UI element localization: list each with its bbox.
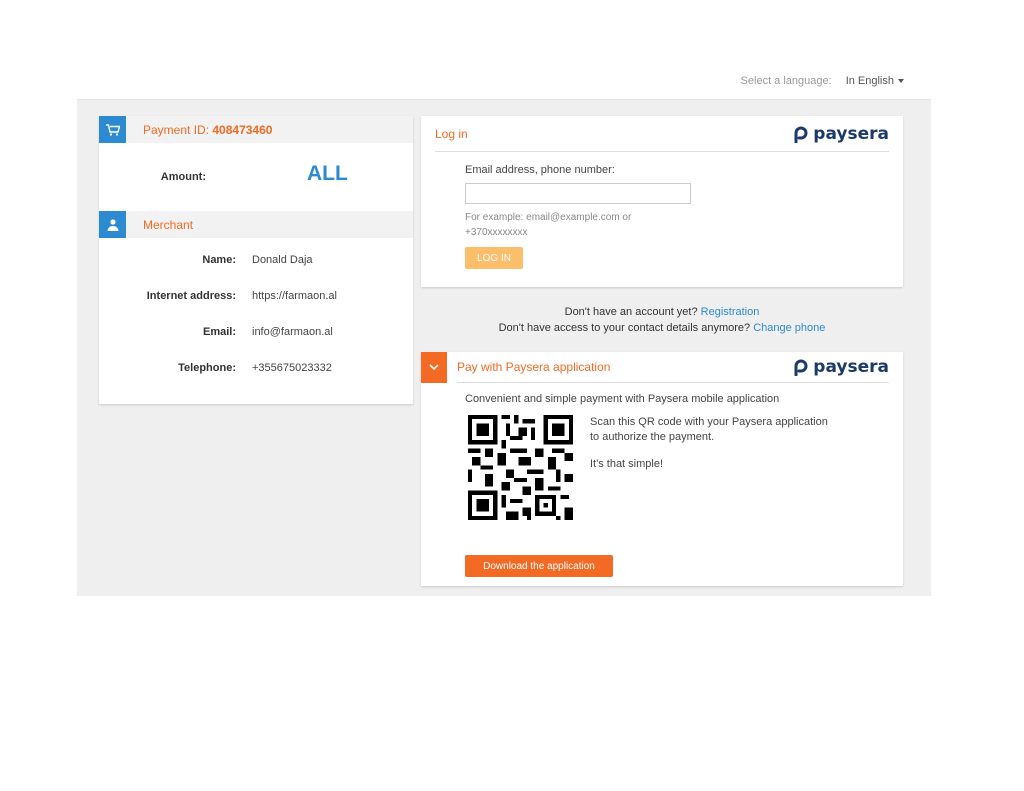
paysera-brand-app: paysera <box>813 357 889 377</box>
language-selector[interactable]: In English <box>846 75 904 87</box>
paysera-logo-icon <box>794 126 808 143</box>
language-bar: Select a language: In English <box>741 75 904 87</box>
download-app-button[interactable]: Download the application <box>465 555 613 577</box>
merchant-header: Merchant <box>99 211 413 238</box>
qr-section: Scan this QR code with your Paysera appl… <box>468 415 903 520</box>
registration-link[interactable]: Registration <box>701 306 760 318</box>
payment-id-value: 408473460 <box>212 122 273 137</box>
qr-code <box>468 415 573 520</box>
paysera-brand: paysera <box>813 123 889 144</box>
merchant-website-row: Internet address: https://farmaon.al <box>99 278 413 314</box>
language-prompt: Select a language: <box>740 75 832 87</box>
merchant-phone-label: Telephone: <box>178 362 236 374</box>
app-header: Pay with Paysera application paysera <box>421 352 903 383</box>
payment-info-card: Payment ID: 408473460 Amount: ALL Mercha… <box>99 116 413 404</box>
email-hint: For example: email@example.com or +370xx… <box>465 212 632 238</box>
amount-label: Amount: <box>160 171 206 183</box>
merchant-email-label: Email: <box>202 326 236 338</box>
login-title: Log in <box>435 126 468 141</box>
no-account-text: Don't have an account yet? <box>564 306 698 318</box>
payment-id-label: Payment ID: <box>143 122 210 137</box>
app-header-content: Pay with Paysera application paysera <box>457 352 889 383</box>
merchant-email-row: Email: info@farmaon.al <box>99 314 413 350</box>
merchant-website-label: Internet address: <box>146 290 236 302</box>
account-links: Don't have an account yet? Registration … <box>421 304 903 336</box>
amount-row: Amount: ALL <box>99 143 413 211</box>
chevron-down-icon <box>429 364 439 371</box>
simple-text: It's that simple! <box>590 458 664 470</box>
change-phone-line: Don't have access to your contact detail… <box>421 320 903 336</box>
login-card: Log in paysera Email address, phone numb… <box>421 116 903 287</box>
language-selected: In English <box>845 75 894 87</box>
qr-instructions: Scan this QR code with your Paysera appl… <box>590 415 840 520</box>
merchant-phone-row: Telephone: +355675023332 <box>99 350 413 386</box>
login-button[interactable]: LOG IN <box>465 247 523 269</box>
login-header: Log in paysera <box>435 116 889 152</box>
merchant-name-row: Name: Donald Daja <box>99 242 413 278</box>
payment-id-title: Payment ID: 408473460 <box>143 123 272 137</box>
no-access-text: Don't have access to your contact detail… <box>498 322 751 334</box>
registration-line: Don't have an account yet? Registration <box>421 304 903 320</box>
email-field-label: Email address, phone number: <box>465 164 615 176</box>
change-phone-link[interactable]: Change phone <box>753 322 825 334</box>
payment-header: Payment ID: 408473460 <box>99 116 413 143</box>
merchant-name-value: Donald Daja <box>252 254 313 266</box>
app-payment-card: Pay with Paysera application paysera Con… <box>421 352 903 586</box>
caret-down-icon <box>898 79 904 83</box>
merchant-title: Merchant <box>143 217 194 232</box>
merchant-website-value: https://farmaon.al <box>252 290 337 302</box>
merchant-icon <box>99 211 126 238</box>
app-description: Convenient and simple payment with Payse… <box>465 393 780 405</box>
paysera-logo-app: paysera <box>793 357 889 377</box>
scan-text: Scan this QR code with your Paysera appl… <box>590 416 828 443</box>
paysera-logo-icon <box>794 359 808 376</box>
amount-value: ALL <box>307 162 348 185</box>
collapse-toggle[interactable] <box>421 352 447 383</box>
merchant-email-value: info@farmaon.al <box>252 326 333 338</box>
page-content: Payment ID: 408473460 Amount: ALL Mercha… <box>77 99 931 596</box>
merchant-details: Name: Donald Daja Internet address: http… <box>99 238 413 386</box>
cart-icon <box>99 116 126 143</box>
app-title: Pay with Paysera application <box>457 360 611 374</box>
merchant-phone-value: +355675023332 <box>252 362 332 374</box>
login-form: Email address, phone number: For example… <box>421 152 903 269</box>
email-field[interactable] <box>465 183 691 204</box>
merchant-name-label: Name: <box>202 254 236 266</box>
paysera-logo: paysera <box>793 124 889 144</box>
